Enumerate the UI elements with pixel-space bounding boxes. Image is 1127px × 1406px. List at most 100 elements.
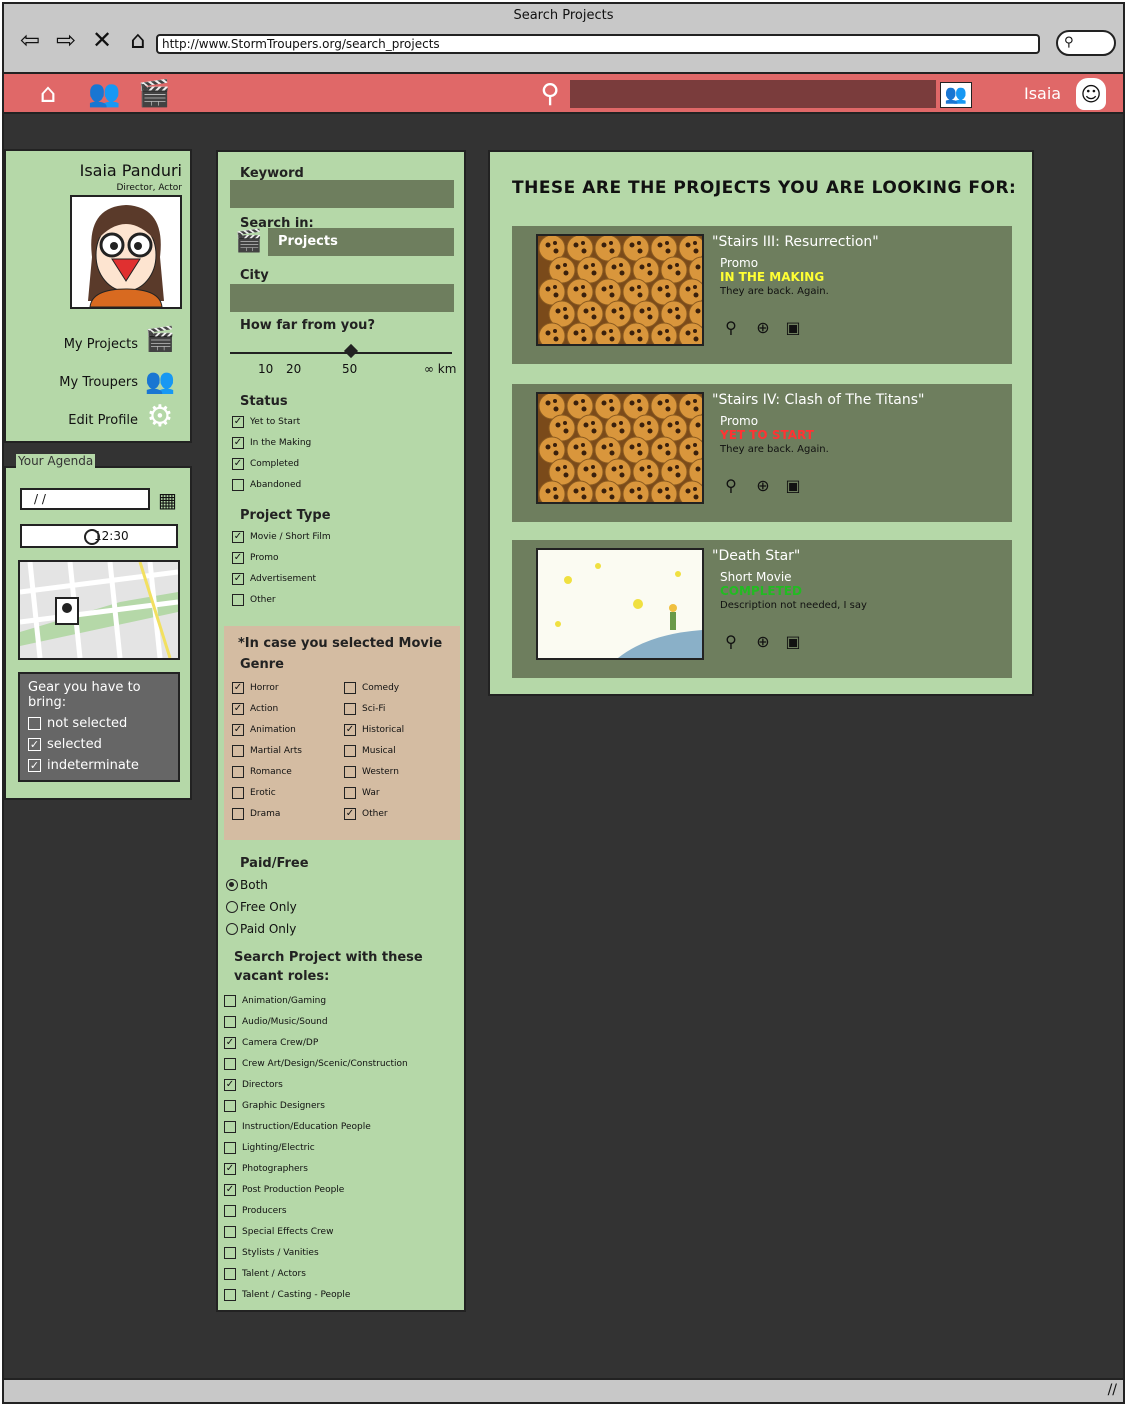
- clapperboard-icon[interactable]: 🎬: [234, 228, 264, 256]
- role-option[interactable]: Graphic Designers: [224, 1100, 325, 1112]
- project-thumbnail[interactable]: [536, 392, 704, 504]
- user-search-icon[interactable]: 👥: [940, 82, 972, 108]
- checkbox[interactable]: ✓: [344, 808, 356, 820]
- search-in-select[interactable]: Projects: [268, 228, 454, 256]
- checkbox[interactable]: [344, 682, 356, 694]
- role-option[interactable]: Talent / Casting - People: [224, 1289, 350, 1301]
- username[interactable]: Isaia: [1024, 84, 1061, 103]
- genre-option[interactable]: ✓ Historical: [344, 724, 404, 736]
- checkbox[interactable]: ✓: [224, 1079, 236, 1091]
- home-icon[interactable]: ⌂: [124, 26, 152, 54]
- checkbox[interactable]: [224, 1121, 236, 1133]
- my-projects-link[interactable]: My Projects: [64, 337, 138, 352]
- genre-option[interactable]: Sci-Fi: [344, 703, 385, 715]
- checkbox[interactable]: [224, 1142, 236, 1154]
- checkbox[interactable]: [224, 1247, 236, 1259]
- project-card[interactable]: "Death Star" Short Movie COMPLETED Descript…: [512, 540, 1012, 678]
- date-field[interactable]: / /: [20, 488, 150, 510]
- resize-grip-icon[interactable]: //: [1108, 1382, 1117, 1398]
- checkbox[interactable]: ✓: [232, 703, 244, 715]
- checkbox[interactable]: [232, 479, 244, 491]
- checkbox[interactable]: ✓: [28, 738, 41, 751]
- status-option[interactable]: ✓ Yet to Start: [232, 416, 300, 428]
- checkbox[interactable]: ✓: [232, 416, 244, 428]
- group-icon[interactable]: 👥: [144, 367, 176, 395]
- zoom-icon[interactable]: ⚲: [720, 476, 742, 498]
- role-option[interactable]: Animation/Gaming: [224, 995, 326, 1007]
- role-option[interactable]: Stylists / Vanities: [224, 1247, 319, 1259]
- map[interactable]: [18, 560, 180, 660]
- role-option[interactable]: Producers: [224, 1205, 287, 1217]
- image-icon[interactable]: ▣: [782, 476, 804, 498]
- checkbox[interactable]: ✓: [224, 1163, 236, 1175]
- checkbox[interactable]: [344, 745, 356, 757]
- project-thumbnail[interactable]: [536, 234, 704, 346]
- add-icon[interactable]: ⊕: [752, 476, 774, 498]
- role-option[interactable]: Lighting/Electric: [224, 1142, 315, 1154]
- role-option[interactable]: Talent / Actors: [224, 1268, 306, 1280]
- distance-slider-track[interactable]: [230, 352, 452, 354]
- checkbox[interactable]: ✓: [232, 724, 244, 736]
- checkbox[interactable]: ✓: [28, 759, 41, 772]
- checkbox[interactable]: ✓: [232, 682, 244, 694]
- project-type-option[interactable]: ✓ Movie / Short Film: [232, 531, 331, 543]
- radio-button[interactable]: [226, 879, 238, 891]
- clapperboard-icon[interactable]: 🎬: [138, 78, 170, 110]
- add-icon[interactable]: ⊕: [752, 318, 774, 340]
- role-option[interactable]: ✓ Post Production People: [224, 1184, 344, 1196]
- my-troupers-link[interactable]: My Troupers: [59, 375, 138, 390]
- genre-option[interactable]: War: [344, 787, 380, 799]
- checkbox[interactable]: [232, 766, 244, 778]
- checkbox[interactable]: [344, 787, 356, 799]
- checkbox[interactable]: [224, 1289, 236, 1301]
- genre-option[interactable]: Drama: [232, 808, 280, 820]
- role-option[interactable]: ✓ Directors: [224, 1079, 283, 1091]
- genre-option[interactable]: ✓ Action: [232, 703, 278, 715]
- genre-option[interactable]: Martial Arts: [232, 745, 302, 757]
- checkbox[interactable]: [28, 717, 41, 730]
- checkbox[interactable]: ✓: [232, 531, 244, 543]
- gear-item[interactable]: ✓ indeterminate: [28, 758, 178, 773]
- paid-option[interactable]: Both: [226, 878, 268, 892]
- browser-search-box[interactable]: ⚲: [1056, 30, 1116, 56]
- home-icon[interactable]: ⌂: [32, 78, 64, 110]
- url-bar[interactable]: http://www.StormTroupers.org/search_proj…: [156, 34, 1040, 54]
- checkbox[interactable]: [224, 1058, 236, 1070]
- forward-arrow-icon[interactable]: ⇨: [52, 26, 80, 54]
- gear-item[interactable]: ✓ selected: [28, 737, 178, 752]
- checkbox[interactable]: [224, 995, 236, 1007]
- genre-option[interactable]: ✓ Horror: [232, 682, 279, 694]
- checkbox[interactable]: [224, 1205, 236, 1217]
- role-option[interactable]: Instruction/Education People: [224, 1121, 371, 1133]
- checkbox[interactable]: ✓: [232, 458, 244, 470]
- checkbox[interactable]: [344, 766, 356, 778]
- checkbox[interactable]: [232, 787, 244, 799]
- paid-option[interactable]: Free Only: [226, 900, 297, 914]
- checkbox[interactable]: ✓: [224, 1184, 236, 1196]
- zoom-icon[interactable]: ⚲: [720, 632, 742, 654]
- role-option[interactable]: Crew Art/Design/Scenic/Construction: [224, 1058, 408, 1070]
- stormtrooper-avatar-icon[interactable]: ☺: [1076, 78, 1106, 110]
- checkbox[interactable]: [224, 1268, 236, 1280]
- checkbox[interactable]: [224, 1226, 236, 1238]
- project-type-option[interactable]: ✓ Promo: [232, 552, 279, 564]
- status-option[interactable]: ✓ In the Making: [232, 437, 311, 449]
- city-input[interactable]: [230, 284, 454, 312]
- role-option[interactable]: ✓ Camera Crew/DP: [224, 1037, 318, 1049]
- project-card[interactable]: "Stairs IV: Clash of The Titans" Promo YET…: [512, 384, 1012, 522]
- close-icon[interactable]: ✕: [88, 26, 116, 54]
- distance-slider-handle[interactable]: [343, 343, 359, 359]
- zoom-icon[interactable]: ⚲: [720, 318, 742, 340]
- project-thumbnail[interactable]: [536, 548, 704, 660]
- paid-option[interactable]: Paid Only: [226, 922, 296, 936]
- checkbox[interactable]: ✓: [232, 552, 244, 564]
- checkbox[interactable]: [344, 703, 356, 715]
- clapperboard-icon[interactable]: 🎬: [144, 325, 176, 353]
- checkbox[interactable]: [224, 1016, 236, 1028]
- keyword-input[interactable]: [230, 180, 454, 208]
- status-option[interactable]: Abandoned: [232, 479, 301, 491]
- radio-button[interactable]: [226, 923, 238, 935]
- genre-option[interactable]: ✓ Animation: [232, 724, 296, 736]
- checkbox[interactable]: ✓: [232, 573, 244, 585]
- status-option[interactable]: ✓ Completed: [232, 458, 299, 470]
